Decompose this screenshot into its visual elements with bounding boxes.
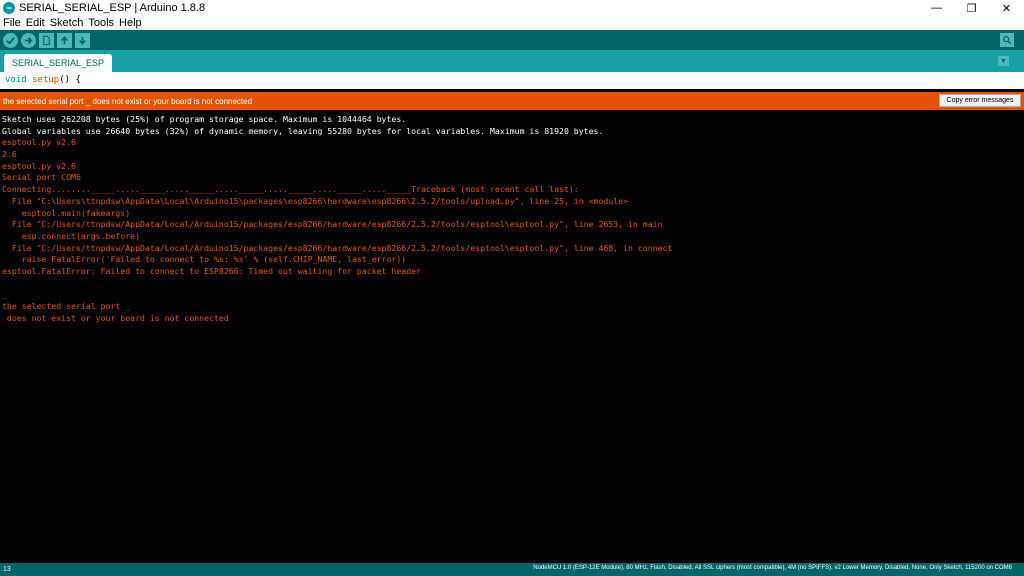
board-info: NodeMCU 1.0 (ESP-12E Module), 80 MHz, Fl… [533,565,1012,571]
maximize-button[interactable]: ❐ [954,0,989,16]
tab-bar: SERIAL_SERIAL_ESP ▼ [0,50,1024,72]
upload-icon [24,36,33,44]
save-icon [79,36,86,45]
menu-edit[interactable]: Edit [26,17,45,29]
verify-button[interactable] [3,32,18,48]
toolbar [0,30,1024,50]
code-editor[interactable]: void setup() { [0,72,1024,89]
console-line: Serial port COM6 [2,172,81,183]
code-line: void setup() { [5,75,81,85]
minimize-button[interactable]: — [919,0,954,16]
code-keyword: void [5,75,27,85]
console-line: File "C:/Users/ttnpdsw/AppData/Local/Ard… [2,219,663,230]
magnifier-icon [1003,36,1012,45]
console-line: does not exist or your board is not conn… [2,312,229,323]
copy-error-messages-button[interactable]: Copy error messages [939,94,1021,107]
console-line: esptool.main(fakeargs) [2,207,131,218]
open-icon [61,35,68,44]
new-button[interactable] [39,32,54,48]
tab-sketch[interactable]: SERIAL_SERIAL_ESP [4,54,113,72]
menu-bar: File Edit Sketch Tools Help [0,16,1024,30]
code-rest: () { [59,75,81,85]
close-button[interactable]: ✕ [989,0,1024,16]
dropdown-triangle-icon[interactable]: ▼ [998,56,1009,66]
open-button[interactable] [57,32,72,48]
console-line: _ [2,289,7,300]
arduino-logo-icon: ∞ [3,2,15,14]
menu-tools[interactable]: Tools [88,17,114,29]
console-line: Connecting........_____....._____.....__… [2,184,579,195]
error-status-bar: the selected serial port _ does not exis… [0,92,1024,110]
console-line: File "C:/Users/ttnpdsw/AppData/Local/Ard… [2,242,673,253]
menu-help[interactable]: Help [119,17,142,29]
serial-monitor-button[interactable] [1000,33,1014,47]
line-number: 13 [3,566,11,573]
console-line: esptool.FatalError: Failed to connect to… [2,265,421,276]
console-line: Global variables use 26640 bytes (32%) o… [2,125,604,136]
console-output[interactable]: Sketch uses 262208 bytes (25%) of progra… [0,110,1024,563]
code-function: setup [32,75,60,85]
console-line: 2.6 [2,149,17,160]
console-line: File "C:\Users\ttnpdsw\AppData\Local\Ard… [2,195,629,206]
menu-sketch[interactable]: Sketch [50,17,84,29]
console-line: esptool.py v2.6 [2,137,76,148]
verify-icon [6,36,15,45]
console-line: the selected serial port _ [2,301,131,311]
upload-button[interactable] [21,32,36,48]
menu-file[interactable]: File [3,17,21,29]
title-bar: ∞ SERIAL_SERIAL_ESP | Arduino 1.8.8 — ❐ … [0,0,1024,16]
console-line: Sketch uses 262208 bytes (25%) of progra… [2,114,407,124]
window-controls: — ❐ ✕ [919,0,1024,16]
console-line: raise FatalError('Failed to connect to %… [2,254,407,265]
console-line: esp.connect(args.before) [2,230,141,241]
console-line: esptool.py v2.6 [2,160,76,171]
save-button[interactable] [75,32,90,48]
error-message: the selected serial port _ does not exis… [3,96,253,106]
new-icon [43,35,50,45]
window-title: SERIAL_SERIAL_ESP | Arduino 1.8.8 [19,2,206,14]
footer-status-bar: 13 NodeMCU 1.0 (ESP-12E Module), 80 MHz,… [0,563,1024,576]
